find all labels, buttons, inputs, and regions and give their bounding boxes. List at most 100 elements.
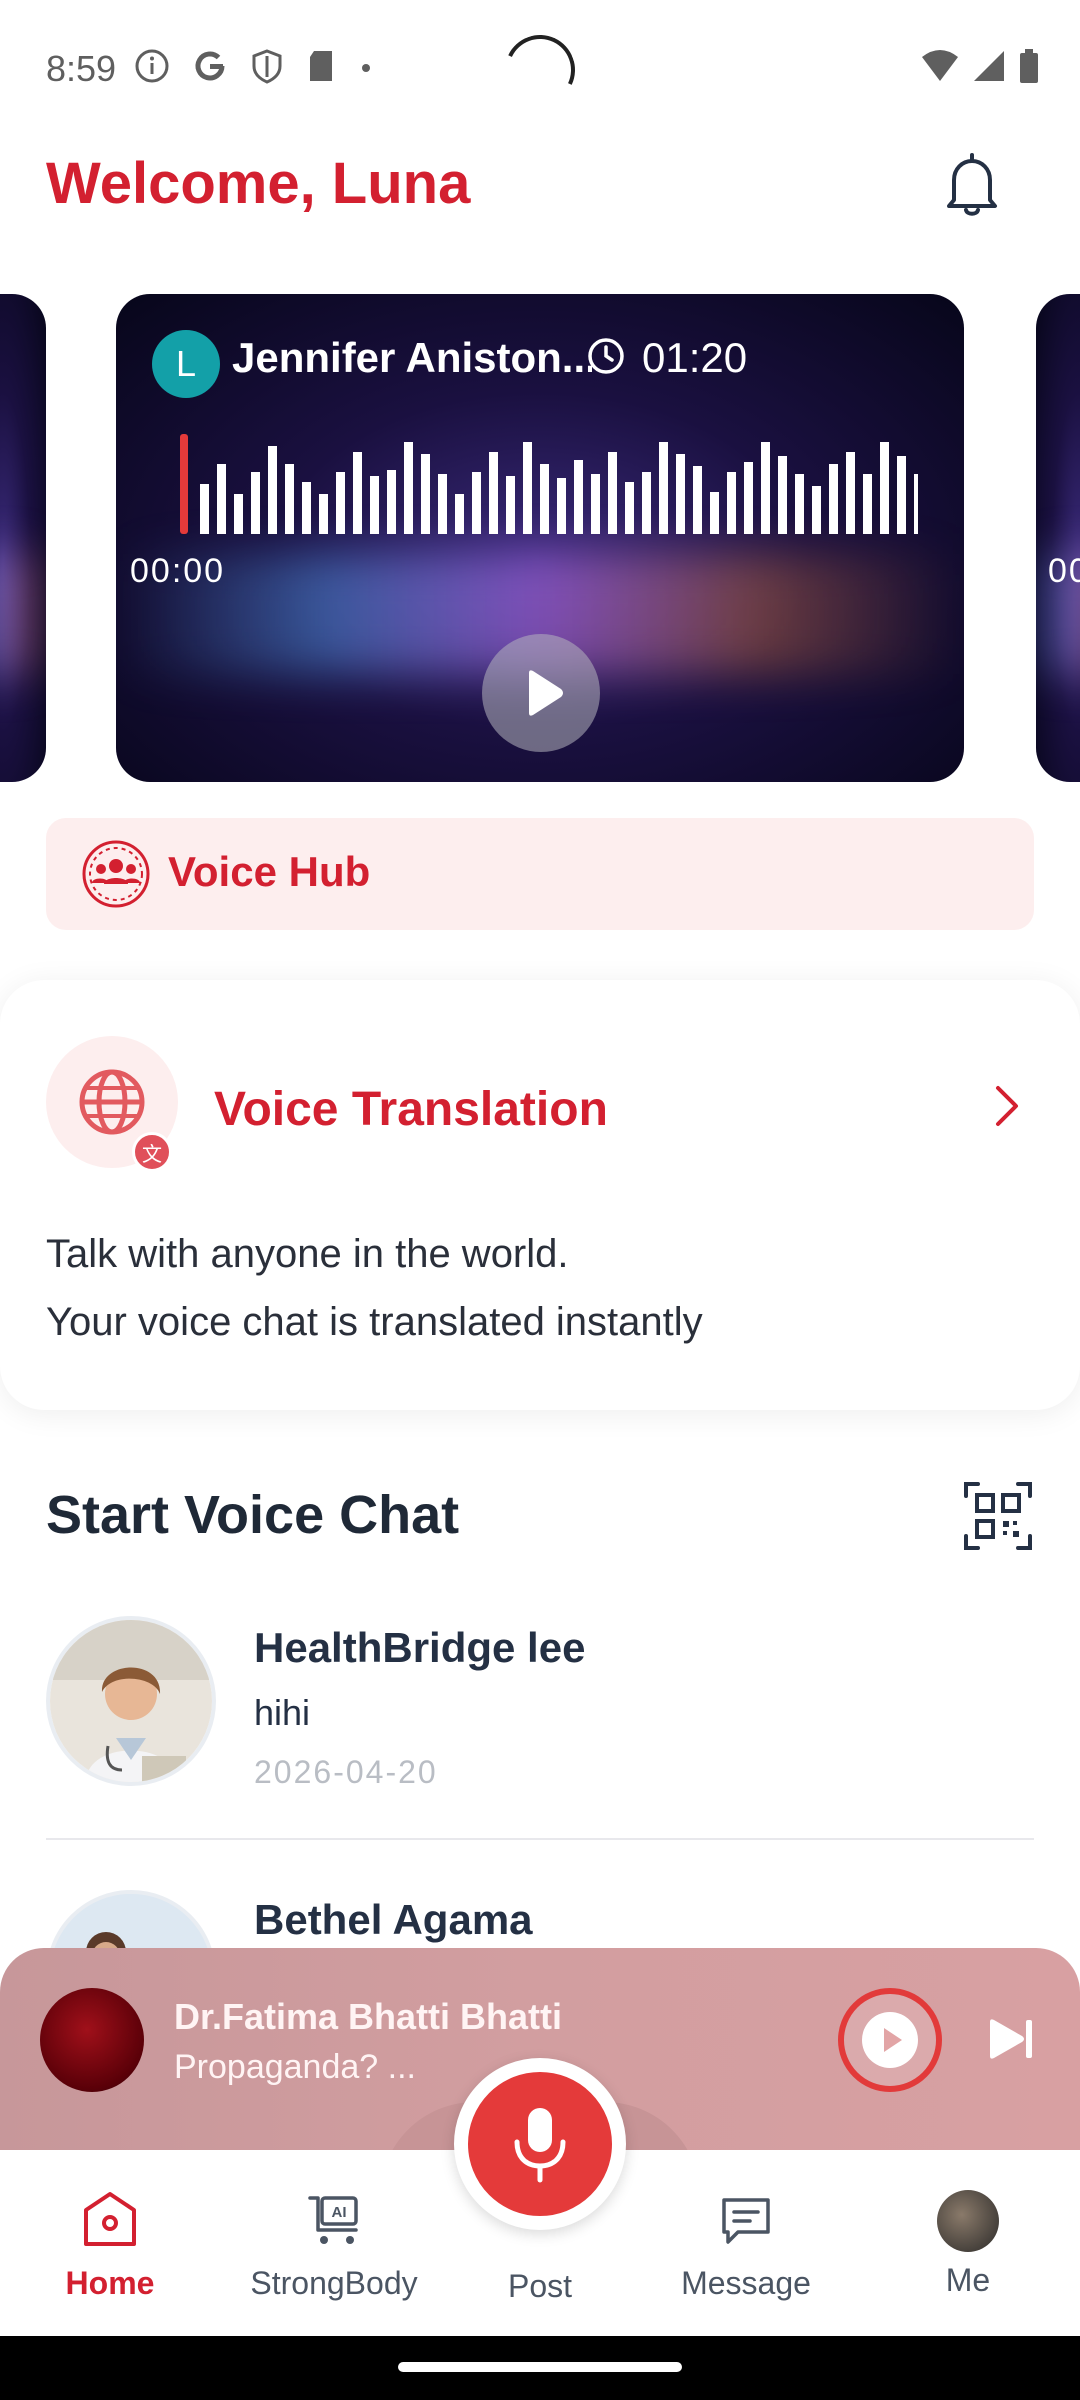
microphone-icon xyxy=(514,2108,566,2183)
waveform-bar xyxy=(710,492,719,534)
camera-cutout xyxy=(495,25,585,115)
card-author-name: Jennifer Aniston... xyxy=(232,334,592,381)
doctor-avatar-image xyxy=(50,1620,212,1782)
waveform-bar xyxy=(863,474,872,534)
voice-card-current[interactable]: L Jennifer Aniston... 01:20 00:00 xyxy=(116,294,964,782)
waveform-bar xyxy=(693,466,702,534)
translation-description-line1: Talk with anyone in the world. xyxy=(46,1232,569,1276)
sd-card-icon xyxy=(310,51,332,81)
message-icon xyxy=(722,2198,770,2244)
card-duration: 01:20 xyxy=(642,334,748,381)
card-glow xyxy=(0,554,46,674)
bell-icon[interactable] xyxy=(940,150,1004,222)
mini-player-title: Dr.Fatima Bhatti Bhatti xyxy=(174,1996,563,2037)
waveform-bar xyxy=(438,474,447,534)
nav-home-label: Home xyxy=(65,2265,155,2301)
translation-description-line2: Your voice chat is translated instantly xyxy=(46,1300,703,1344)
waveform-bar xyxy=(319,494,328,534)
waveform-bar xyxy=(897,456,906,534)
waveform-bar xyxy=(574,460,583,534)
status-bar: 8:59 xyxy=(0,0,1080,140)
card-elapsed-time: 00:00 xyxy=(130,552,226,590)
start-voice-chat-title: Start Voice Chat xyxy=(46,1485,460,1545)
waveform-bar xyxy=(829,464,838,534)
voice-card-next[interactable]: 00 xyxy=(1036,294,1080,782)
waveform-bar xyxy=(268,446,277,534)
waveform-bar xyxy=(404,442,413,534)
welcome-title: Welcome, Luna xyxy=(46,151,471,216)
play-icon xyxy=(529,670,563,716)
skip-next-icon[interactable] xyxy=(984,2014,1034,2064)
status-icons-left xyxy=(134,48,374,84)
waveform-bar xyxy=(217,464,226,534)
card-avatar[interactable]: L xyxy=(152,330,220,398)
waveform-bar xyxy=(489,452,498,534)
waveform-bar xyxy=(472,472,481,534)
voice-hub-label: Voice Hub xyxy=(168,848,371,895)
mini-play-button[interactable] xyxy=(838,1988,942,2092)
chat-name: HealthBridge lee xyxy=(254,1624,586,1671)
waveform-bar xyxy=(642,472,651,534)
waveform-bar xyxy=(625,482,634,534)
waveform-bar xyxy=(591,474,600,534)
waveform-bar xyxy=(336,472,345,534)
translate-icon: 文 xyxy=(132,1132,172,1172)
signal-icon xyxy=(974,51,1004,81)
voice-card-prev[interactable] xyxy=(0,294,46,782)
clock-icon xyxy=(588,338,624,374)
divider xyxy=(46,1838,1034,1840)
avatar xyxy=(937,2190,999,2252)
nav-message-label: Message xyxy=(681,2265,811,2301)
waveform-bar xyxy=(914,474,918,534)
wifi-icon xyxy=(922,50,958,81)
waveform-bar xyxy=(778,456,787,534)
nav-strongbody[interactable]: AI StrongBody xyxy=(244,2190,424,2302)
status-icons-right xyxy=(920,48,1040,84)
waveform-bar xyxy=(659,442,668,534)
waveform-bar xyxy=(285,464,294,534)
avatar[interactable] xyxy=(46,1616,216,1786)
waveform-bar xyxy=(540,464,549,534)
waveform-bar xyxy=(608,452,617,534)
group-icon xyxy=(82,840,150,908)
voice-translation-card[interactable]: 文 Voice Translation Talk with anyone in … xyxy=(0,980,1080,1410)
chat-name: Bethel Agama xyxy=(254,1896,533,1943)
chat-list-item[interactable]: Bethel Agama xyxy=(46,1890,1034,2060)
waveform-bar xyxy=(370,476,379,534)
waveform-bar xyxy=(676,454,685,534)
play-button[interactable] xyxy=(482,634,600,752)
card-elapsed-time: 00 xyxy=(1048,552,1080,590)
mini-player-subtitle: Propaganda? ... xyxy=(174,2048,416,2086)
waveform-bar xyxy=(353,452,362,534)
home-icon xyxy=(84,2192,136,2246)
waveform-bar xyxy=(880,442,889,534)
nav-home[interactable]: Home xyxy=(20,2190,200,2302)
chat-date: 2026-04-20 xyxy=(254,1754,438,1790)
waveform-bar xyxy=(421,454,430,534)
nav-message[interactable]: Message xyxy=(656,2190,836,2302)
nav-post-label[interactable]: Post xyxy=(470,2268,610,2305)
waveform-bar xyxy=(727,472,736,534)
qr-scan-icon[interactable] xyxy=(962,1480,1034,1552)
home-gesture-bar[interactable] xyxy=(398,2362,682,2372)
waveform-bar xyxy=(846,452,855,534)
playhead-cursor[interactable] xyxy=(180,434,188,534)
google-icon xyxy=(195,51,225,81)
info-icon xyxy=(135,49,169,83)
nav-me-label: Me xyxy=(945,2262,991,2298)
waveform-bar xyxy=(523,442,532,534)
waveform-bar xyxy=(744,462,753,534)
waveform-bar xyxy=(506,476,515,534)
battery-icon xyxy=(1020,49,1038,83)
chat-list-item[interactable]: HealthBridge lee hihi 2026-04-20 xyxy=(46,1616,1034,1816)
chevron-right-icon[interactable] xyxy=(990,1084,1024,1128)
waveform-bar xyxy=(812,486,821,534)
nav-me[interactable]: Me xyxy=(878,2190,1058,2299)
waveform-bar xyxy=(557,478,566,534)
voice-hub-button[interactable]: Voice Hub xyxy=(46,818,1034,930)
record-voice-button[interactable] xyxy=(454,2058,626,2230)
status-time: 8:59 xyxy=(46,48,117,89)
nav-strongbody-label: StrongBody xyxy=(250,2265,418,2301)
audio-waveform[interactable] xyxy=(178,414,918,534)
voice-translation-title: Voice Translation xyxy=(214,1083,608,1136)
